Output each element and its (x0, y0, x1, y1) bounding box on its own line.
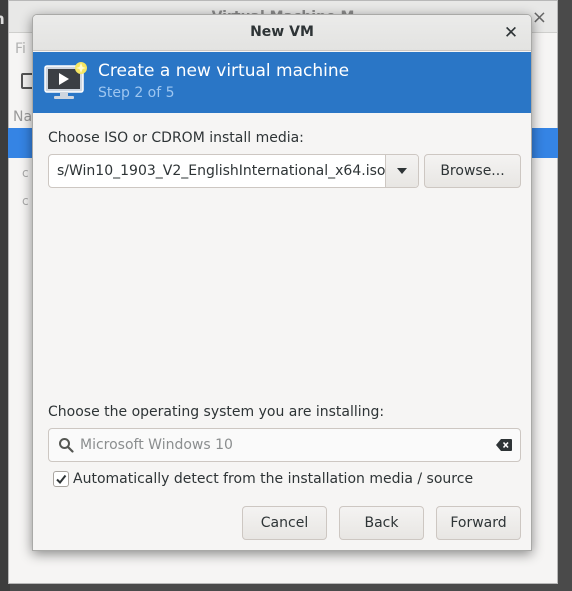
install-media-dropdown-button[interactable] (385, 155, 418, 187)
vm-monitor-new-icon (44, 62, 87, 99)
install-media-value[interactable]: s/Win10_1903_V2_EnglishInternational_x64… (57, 163, 385, 179)
background-app-label: h (0, 10, 5, 28)
back-button[interactable]: Back (339, 506, 424, 540)
banner-title: Create a new virtual machine (98, 61, 350, 81)
clear-icon[interactable] (496, 439, 512, 451)
install-media-label: Choose ISO or CDROM install media: (48, 130, 304, 146)
banner-step: Step 2 of 5 (98, 85, 175, 101)
background-menu-file[interactable]: Fi (15, 41, 26, 57)
auto-detect-checkbox[interactable] (53, 471, 69, 487)
background-row-icon: c (22, 166, 29, 180)
background-row-icon: c (22, 194, 29, 208)
forward-button[interactable]: Forward (436, 506, 521, 540)
search-icon (59, 438, 74, 453)
background-column-header: Na (13, 109, 33, 125)
auto-detect-label[interactable]: Automatically detect from the installati… (73, 471, 473, 487)
close-icon[interactable]: ✕ (499, 21, 523, 45)
checkmark-icon (56, 474, 67, 485)
background-close-icon[interactable]: × (532, 7, 547, 28)
wizard-banner: Create a new virtual machine Step 2 of 5 (33, 52, 531, 113)
dialog-titlebar: New VM ✕ (33, 15, 531, 51)
install-media-combobox[interactable]: s/Win10_1903_V2_EnglishInternational_x64… (48, 154, 419, 188)
chevron-down-icon (397, 168, 407, 174)
dialog-title: New VM (250, 24, 314, 40)
cancel-button[interactable]: Cancel (242, 506, 327, 540)
new-vm-dialog: New VM ✕ Create a new virtual machine St… (32, 14, 532, 551)
browse-button[interactable]: Browse... (424, 154, 521, 188)
os-search-field[interactable]: Microsoft Windows 10 (48, 428, 521, 462)
os-search-value: Microsoft Windows 10 (80, 437, 233, 453)
os-label: Choose the operating system you are inst… (48, 404, 385, 420)
